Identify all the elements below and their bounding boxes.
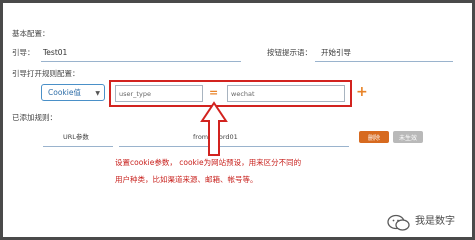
equals-sign: =: [209, 86, 219, 99]
annotation-line-1: 设置cookie参数， cookie为网站预设，用来区分不同的: [115, 158, 302, 167]
param-value-underline: [119, 146, 349, 147]
button-tip-input[interactable]: 开始引导: [321, 49, 351, 57]
guide-label: 引导：: [12, 48, 35, 57]
guide-input[interactable]: Test01: [43, 49, 67, 57]
wechat-logo: [387, 214, 410, 231]
up-arrow-icon: [200, 101, 228, 156]
annotation-line-2: 用户种类，比如渠道来源、邮箱、帐号等。: [115, 175, 258, 184]
button-tip-underline: [315, 61, 453, 62]
guide-input-underline: [41, 61, 241, 62]
watermark-text: 我是数字: [415, 216, 455, 227]
rule-value-input[interactable]: wechat: [227, 85, 345, 102]
rules-config-label: 引导打开规则配置：: [12, 69, 80, 78]
rule-key-value: user_type: [119, 89, 151, 98]
section-title: 基本配置：: [12, 29, 50, 38]
rule-type-select[interactable]: Cookie值 ▼: [41, 84, 105, 101]
rule-key-input[interactable]: user_type: [115, 85, 203, 102]
config-panel: 基本配置： 引导： Test01 按钮提示语： 开始引导 引导打开规则配置： C…: [3, 3, 472, 237]
param-label-underline: [43, 146, 113, 147]
rule-value-text: wechat: [231, 89, 255, 98]
disabled-button: 未生效: [393, 131, 423, 143]
rule-type-value: Cookie值: [48, 88, 81, 97]
chevron-down-icon: ▼: [95, 90, 100, 97]
button-tip-label: 按钮提示语：: [267, 48, 312, 57]
param-label: URL参数: [63, 133, 89, 141]
delete-button[interactable]: 删除: [359, 131, 389, 143]
plus-icon[interactable]: +: [356, 85, 368, 99]
added-rules-label: 已添加规则：: [12, 113, 57, 122]
